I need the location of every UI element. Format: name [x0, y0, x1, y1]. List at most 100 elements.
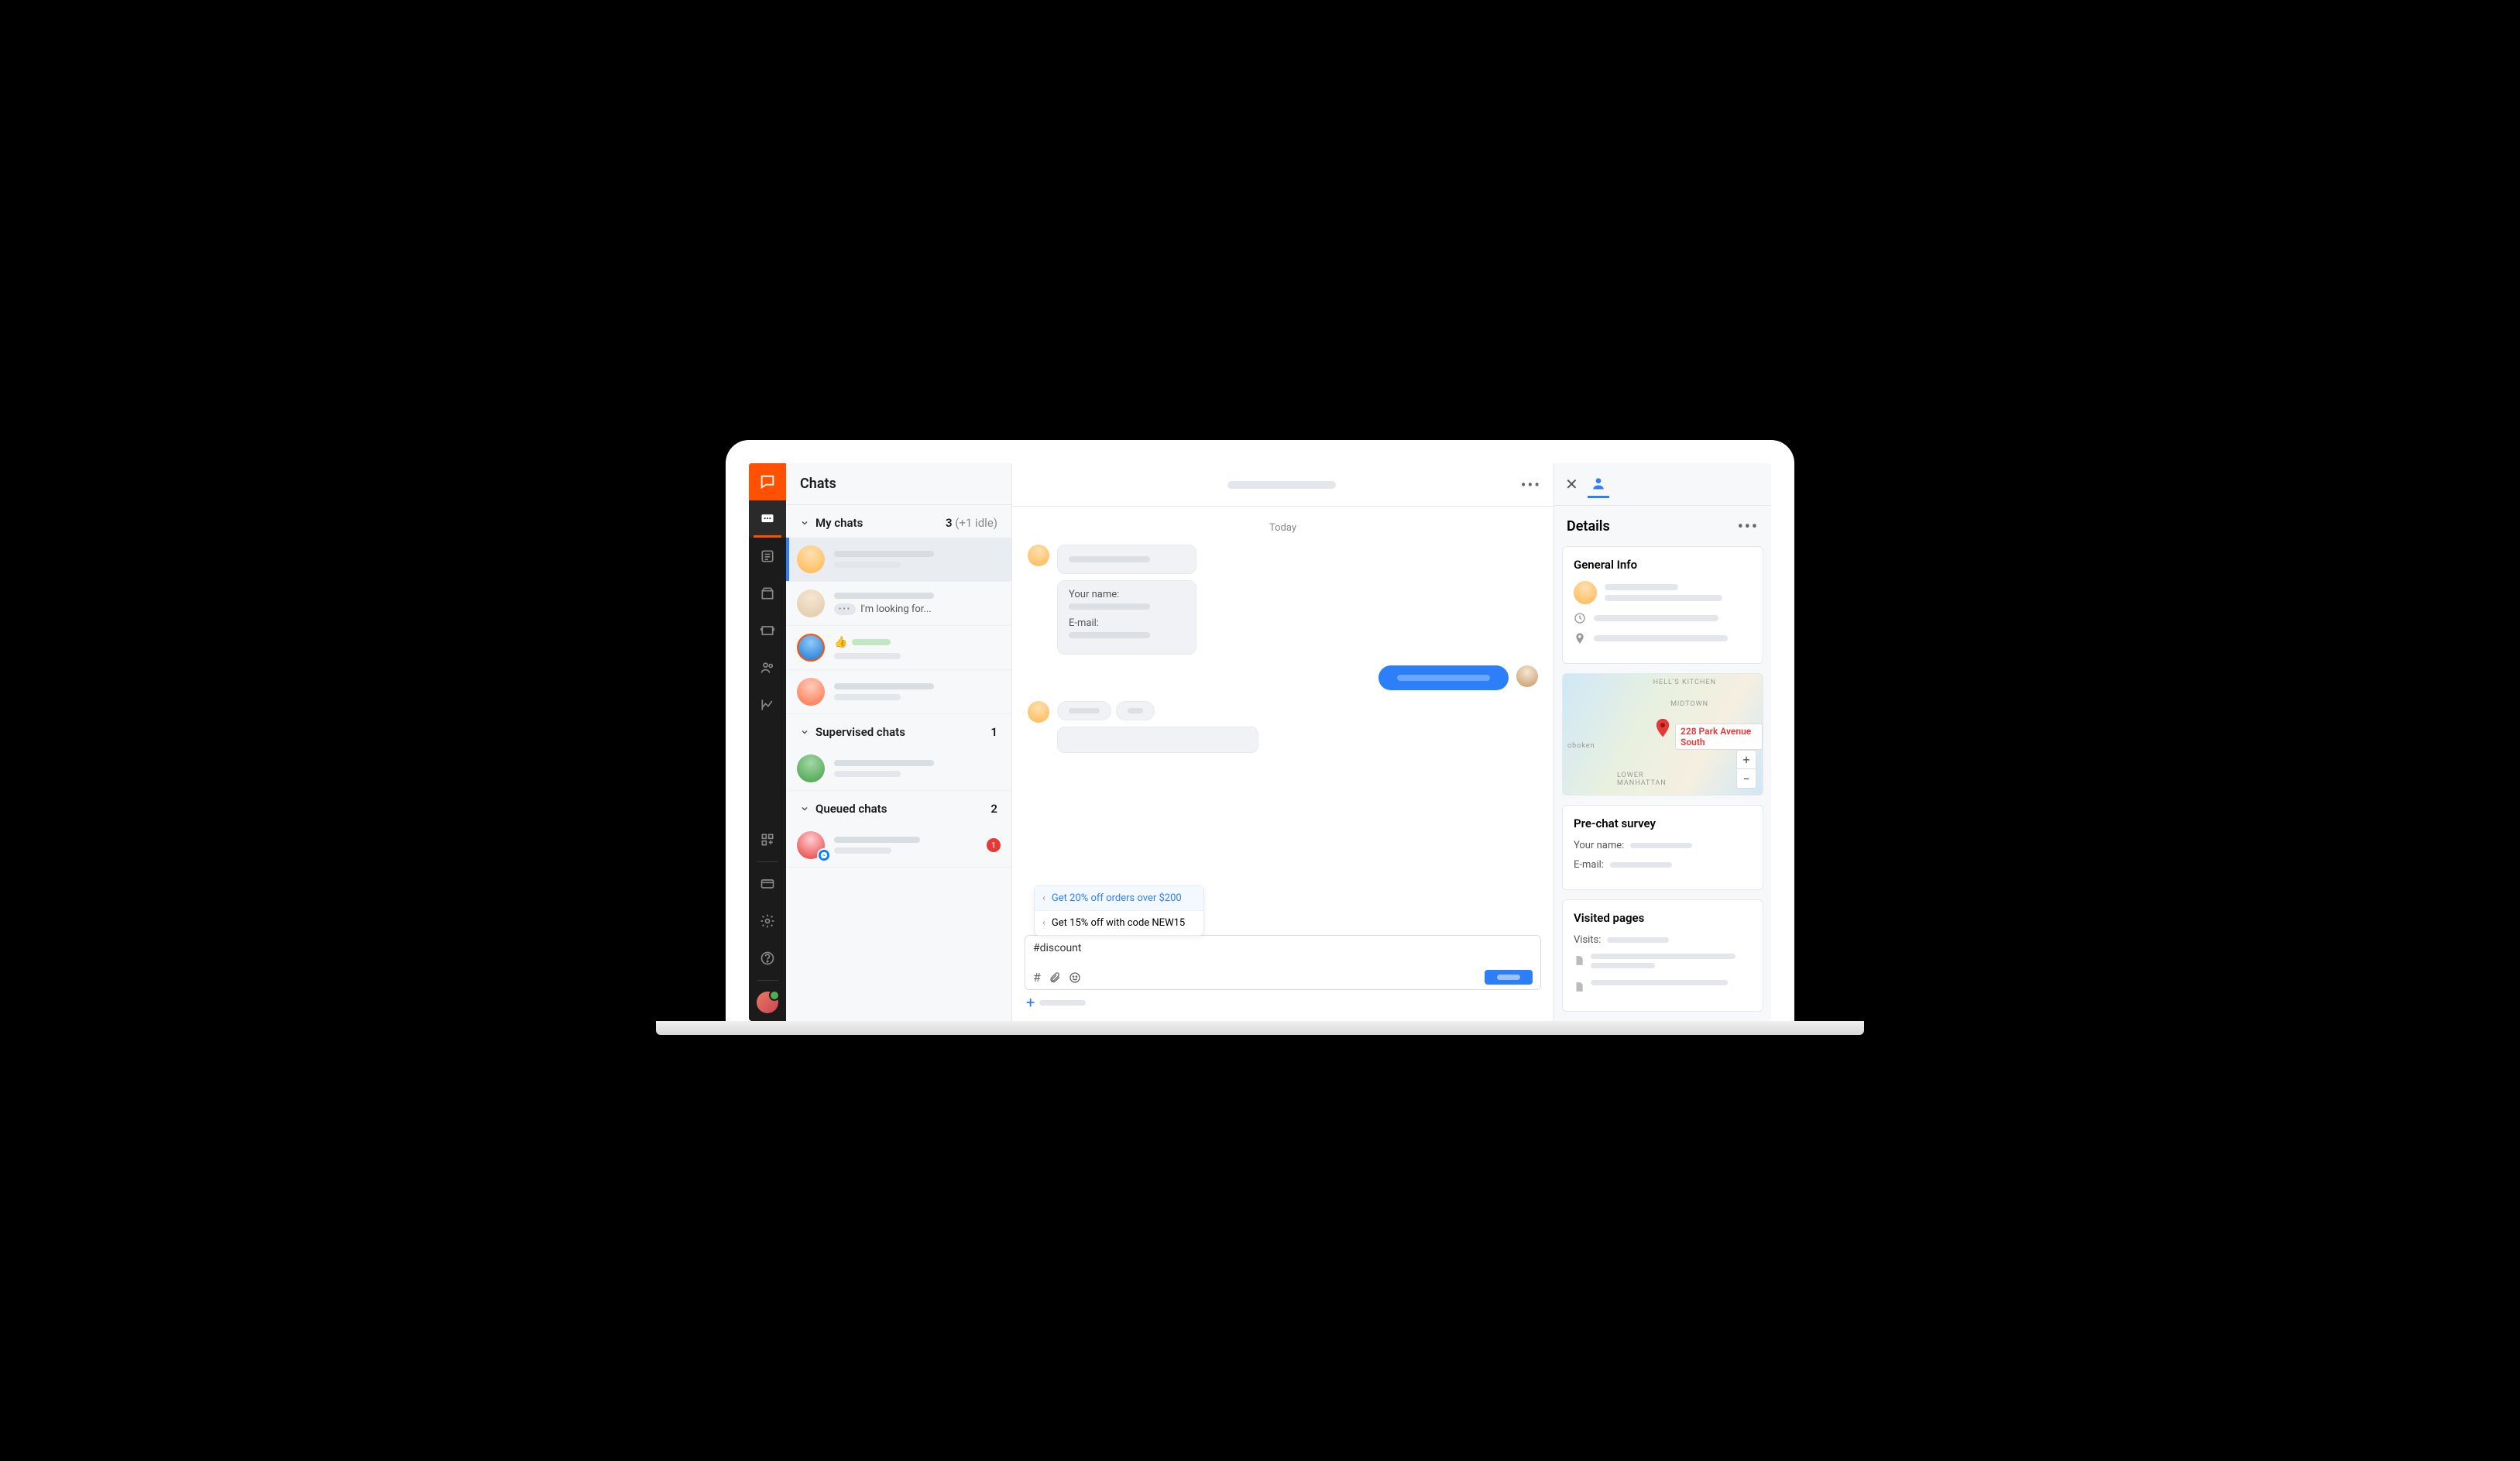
general-info-title: General Info	[1574, 558, 1752, 572]
nav-rail	[749, 463, 786, 1021]
details-panel: ✕ Details ••• General Info	[1554, 463, 1771, 1021]
chat-row-4[interactable]	[786, 670, 1011, 714]
chevron-down-icon	[800, 804, 809, 813]
add-action[interactable]: +	[1025, 990, 1541, 1015]
avatar	[797, 755, 825, 782]
more-menu-icon[interactable]: •••	[1521, 476, 1541, 494]
message-outgoing	[1028, 665, 1538, 690]
details-tab-customer-icon[interactable]	[1588, 471, 1609, 498]
prechat-name-label: Your name:	[1574, 840, 1624, 851]
canned-response-text: Get 15% off with code NEW15	[1052, 917, 1185, 929]
zoom-in-button[interactable]: +	[1737, 751, 1756, 769]
nav-list-icon[interactable]	[749, 538, 786, 575]
map-region-label: MIDTOWN	[1670, 700, 1708, 708]
group-supervised-count: 1	[990, 725, 997, 739]
location-map[interactable]: HELL'S KITCHEN MIDTOWN oboken LOWER MANH…	[1562, 673, 1763, 796]
hash-icon[interactable]: #	[1033, 970, 1041, 985]
map-pin-icon	[1652, 717, 1674, 739]
prechat-email-label: E-mail:	[1574, 859, 1604, 871]
chat-row-3[interactable]: 👍	[786, 626, 1011, 670]
nav-archive-icon[interactable]	[749, 575, 786, 612]
nav-chats-icon[interactable]	[749, 500, 786, 538]
nav-help-icon[interactable]	[749, 940, 786, 977]
plus-icon: +	[1026, 993, 1035, 1012]
chat-row-1[interactable]	[786, 538, 1011, 582]
conversation-header: •••	[1012, 463, 1554, 507]
close-icon[interactable]: ✕	[1565, 475, 1578, 493]
form-name-label: Your name:	[1069, 589, 1185, 600]
visited-pages-card: Visited pages Visits:	[1562, 899, 1763, 1012]
chat-list-panel: Chats My chats 3 (+1 idle) ••• I'm lookin…	[786, 463, 1012, 1021]
map-region-label: oboken	[1567, 742, 1595, 750]
message-incoming: Your name: E-mail:	[1028, 545, 1538, 655]
general-info-card: General Info	[1562, 546, 1763, 664]
chat-row-5[interactable]	[786, 747, 1011, 791]
more-menu-icon[interactable]: •••	[1738, 517, 1759, 535]
typing-indicator-icon: •••	[834, 603, 856, 615]
nav-tickets-icon[interactable]	[749, 612, 786, 649]
messenger-badge-icon	[817, 848, 831, 862]
avatar	[1574, 581, 1597, 604]
visited-pages-title: Visited pages	[1574, 911, 1752, 925]
form-email-label: E-mail:	[1069, 617, 1185, 629]
nav-profile-avatar[interactable]	[749, 984, 786, 1021]
nav-reports-icon[interactable]	[749, 686, 786, 724]
map-address-label: 228 Park Avenue South	[1675, 724, 1763, 750]
group-my-chats-count: 3	[946, 516, 953, 530]
prechat-title: Pre-chat survey	[1574, 816, 1752, 830]
map-region-label: HELL'S KITCHEN	[1653, 679, 1716, 686]
group-queued-label: Queued chats	[815, 802, 887, 816]
nav-apps-icon[interactable]	[749, 821, 786, 858]
chat-preview-text: I'm looking for...	[860, 603, 932, 615]
nav-people-icon[interactable]	[749, 649, 786, 686]
group-queued-count: 2	[990, 802, 997, 816]
group-my-chats-idle: (+1 idle)	[955, 516, 997, 530]
unread-badge: 1	[987, 838, 1001, 852]
clock-icon	[1574, 612, 1586, 624]
canned-response-option-2[interactable]: ‹ Get 15% off with code NEW15	[1035, 911, 1203, 935]
message-incoming	[1028, 701, 1538, 753]
group-my-chats[interactable]: My chats 3 (+1 idle)	[786, 505, 1011, 538]
avatar	[1516, 665, 1538, 687]
page-icon	[1574, 981, 1584, 992]
day-separator: Today	[1028, 522, 1538, 534]
chat-row-6[interactable]: 1	[786, 823, 1011, 868]
conversation-panel: ••• Today Your name: E-mail:	[1012, 463, 1554, 1021]
page-icon	[1574, 955, 1584, 966]
location-pin-icon	[1574, 632, 1586, 645]
avatar	[1028, 545, 1049, 566]
attachment-icon[interactable]	[1049, 971, 1061, 984]
avatar	[1028, 701, 1049, 723]
chat-row-2[interactable]: ••• I'm looking for...	[786, 582, 1011, 626]
chevron-left-icon: ‹	[1042, 917, 1045, 929]
prechat-card: Pre-chat survey Your name: E-mail:	[1562, 805, 1763, 890]
chevron-down-icon	[800, 518, 809, 528]
nav-settings-icon[interactable]	[749, 902, 786, 940]
canned-response-option-1[interactable]: ‹ Get 20% off orders over $200	[1035, 886, 1203, 911]
message-composer[interactable]: #discount #	[1025, 935, 1541, 990]
emoji-icon[interactable]	[1069, 971, 1081, 984]
avatar	[797, 678, 825, 706]
chevron-down-icon	[800, 727, 809, 737]
canned-response-menu: ‹ Get 20% off orders over $200 ‹ Get 15%…	[1034, 885, 1204, 936]
canned-response-text: Get 20% off orders over $200	[1052, 892, 1182, 904]
chat-list-title: Chats	[786, 463, 1011, 505]
nav-billing-icon[interactable]	[749, 865, 786, 902]
thumbs-up-icon: 👍	[834, 636, 847, 648]
map-zoom-controls: + −	[1736, 750, 1756, 789]
group-supervised[interactable]: Supervised chats 1	[786, 714, 1011, 747]
zoom-out-button[interactable]: −	[1737, 769, 1756, 788]
group-supervised-label: Supervised chats	[815, 725, 905, 739]
visits-label: Visits:	[1574, 934, 1601, 946]
chevron-left-icon: ‹	[1042, 892, 1045, 904]
details-title: Details	[1567, 518, 1610, 535]
avatar	[797, 545, 825, 573]
send-button[interactable]	[1485, 970, 1533, 985]
composer-input[interactable]: #discount	[1033, 942, 1533, 965]
conversation-title-placeholder	[1227, 481, 1336, 489]
brand-logo[interactable]	[749, 463, 786, 500]
map-region-label: LOWER MANHATTAN	[1617, 772, 1667, 787]
avatar	[797, 590, 825, 617]
avatar	[797, 634, 825, 662]
group-queued[interactable]: Queued chats 2	[786, 791, 1011, 823]
